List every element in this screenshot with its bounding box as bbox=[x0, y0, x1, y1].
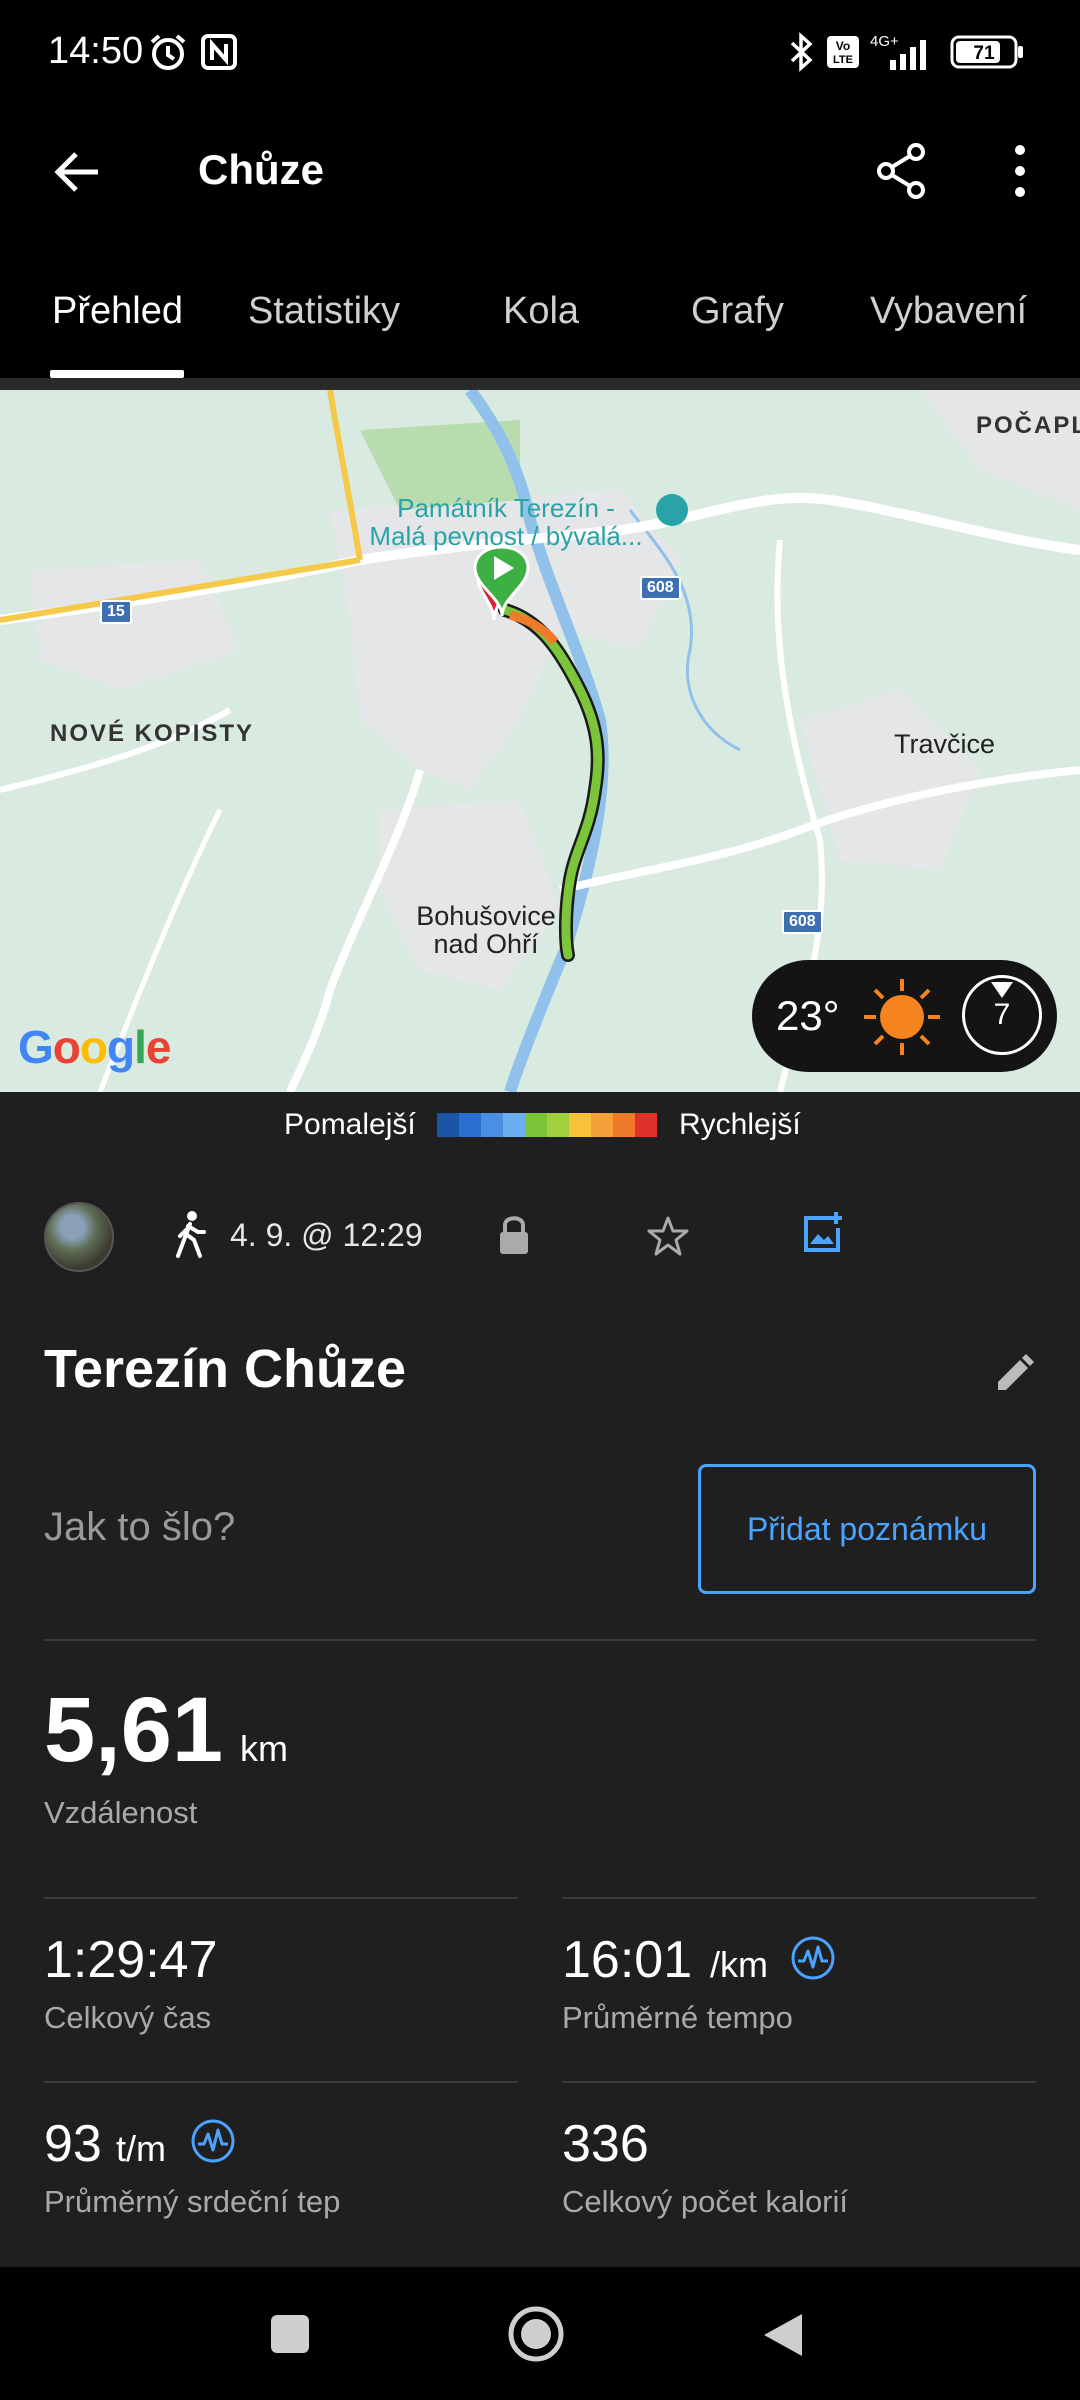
battery-icon: 71 bbox=[950, 30, 1024, 74]
avg-pace-label: Průměrné tempo bbox=[562, 2000, 793, 2035]
divider bbox=[44, 1639, 1036, 1641]
walking-icon bbox=[168, 1210, 212, 1260]
nfc-icon bbox=[200, 30, 238, 74]
legend-color-swatch bbox=[481, 1113, 503, 1137]
avg-hr-label: Průměrný srdeční tep bbox=[44, 2184, 341, 2219]
share-icon[interactable] bbox=[872, 140, 934, 202]
legend-color-swatch bbox=[569, 1113, 591, 1137]
star-icon[interactable] bbox=[646, 1214, 690, 1258]
museum-poi-icon bbox=[656, 494, 688, 526]
battery-level: 71 bbox=[973, 43, 995, 64]
total-time-value: 1:29:47 bbox=[44, 1931, 218, 1989]
home-circle-icon[interactable] bbox=[506, 2304, 566, 2364]
divider bbox=[562, 2081, 1036, 2083]
weather-temperature: 23° bbox=[776, 992, 840, 1039]
distance-unit: km bbox=[240, 1728, 288, 1769]
legend-fast-label: Rychlejší bbox=[679, 1108, 801, 1141]
distance-value: 5,61 bbox=[44, 1679, 224, 1781]
legend-color-swatch bbox=[459, 1113, 481, 1137]
back-arrow-icon[interactable] bbox=[48, 142, 108, 202]
legend-color-swatch bbox=[613, 1113, 635, 1137]
hr-chart-icon[interactable] bbox=[190, 2118, 236, 2164]
legend-color-swatch bbox=[591, 1113, 613, 1137]
activity-name: Terezín Chůze bbox=[44, 1339, 407, 1399]
network-type: 4G+ bbox=[870, 33, 899, 50]
tab-grafy[interactable]: Grafy bbox=[691, 290, 784, 333]
pace-chart-icon[interactable] bbox=[790, 1935, 836, 1981]
wind-speed: 7 bbox=[993, 998, 1011, 1031]
tab-prehled[interactable]: Přehled bbox=[52, 290, 183, 333]
route-map[interactable]: POČAPL NOVÉ KOPISTY Travčice Bohušovice … bbox=[0, 390, 1080, 1092]
avg-hr-value: 93 bbox=[44, 2115, 102, 2173]
legend-color-swatch bbox=[437, 1113, 459, 1137]
lock-icon[interactable] bbox=[496, 1212, 532, 1258]
activity-date: 4. 9. @ 12:29 bbox=[230, 1217, 423, 1253]
google-logo: Google bbox=[18, 1021, 171, 1073]
tab-vybaveni[interactable]: Vybavení bbox=[870, 290, 1027, 333]
note-prompt: Jak to šlo? bbox=[44, 1505, 236, 1549]
total-time-label: Celkový čas bbox=[44, 2000, 212, 2035]
status-time: 14:50 bbox=[48, 30, 144, 72]
calories-label: Celkový počet kalorií bbox=[562, 2184, 849, 2219]
avg-pace-unit: /km bbox=[710, 1944, 768, 1985]
tabs-divider bbox=[0, 378, 1080, 390]
more-vert-icon[interactable] bbox=[1000, 140, 1040, 202]
alarm-icon bbox=[148, 30, 188, 74]
add-note-button[interactable]: Přidat poznámku bbox=[698, 1464, 1036, 1594]
svg-text:LTE: LTE bbox=[833, 54, 853, 66]
avatar[interactable] bbox=[44, 1202, 114, 1272]
legend-color-swatch bbox=[525, 1113, 547, 1137]
page-title: Chůze bbox=[198, 146, 324, 193]
distance-label: Vzdálenost bbox=[44, 1795, 198, 1830]
volte-icon: Vo LTE bbox=[826, 30, 860, 74]
map-label-bohusovice: Bohušovice nad Ohří bbox=[416, 901, 556, 959]
recents-square-icon[interactable] bbox=[268, 2312, 312, 2356]
road-badge-608: 608 bbox=[640, 576, 681, 600]
legend-slow-label: Pomalejší bbox=[284, 1108, 416, 1141]
map-label-travcice: Travčice bbox=[894, 729, 996, 759]
divider bbox=[562, 1897, 1036, 1899]
divider bbox=[44, 2081, 518, 2083]
edit-pencil-icon[interactable] bbox=[992, 1352, 1036, 1396]
tab-kola[interactable]: Kola bbox=[503, 290, 579, 333]
map-label-pocaply: POČAPL bbox=[976, 412, 1080, 439]
road-badge-15: 15 bbox=[100, 600, 132, 624]
legend-color-swatch bbox=[503, 1113, 525, 1137]
map-label-nove-kopisty: NOVÉ KOPISTY bbox=[50, 720, 255, 747]
active-tab-indicator bbox=[50, 370, 184, 378]
tab-statistiky[interactable]: Statistiky bbox=[248, 290, 400, 333]
legend-color-swatch bbox=[635, 1113, 657, 1137]
back-triangle-icon[interactable] bbox=[760, 2310, 806, 2360]
bluetooth-icon bbox=[786, 30, 816, 74]
add-photo-icon[interactable] bbox=[800, 1210, 844, 1254]
legend-color-swatch bbox=[547, 1113, 569, 1137]
signal-icon: 4G+ bbox=[868, 30, 938, 74]
map-poi-pamatnik[interactable]: Památník Terezín - Malá pevnost / bývalá… bbox=[356, 494, 656, 550]
svg-text:Vo: Vo bbox=[836, 39, 850, 53]
legend-color-bar bbox=[437, 1113, 657, 1137]
calories-value: 336 bbox=[562, 2115, 649, 2173]
avg-pace-value: 16:01 bbox=[562, 1931, 693, 1989]
divider bbox=[44, 1897, 518, 1899]
road-badge-608-south: 608 bbox=[782, 910, 823, 934]
avg-hr-unit: t/m bbox=[116, 2128, 166, 2169]
sun-icon bbox=[860, 975, 944, 1059]
